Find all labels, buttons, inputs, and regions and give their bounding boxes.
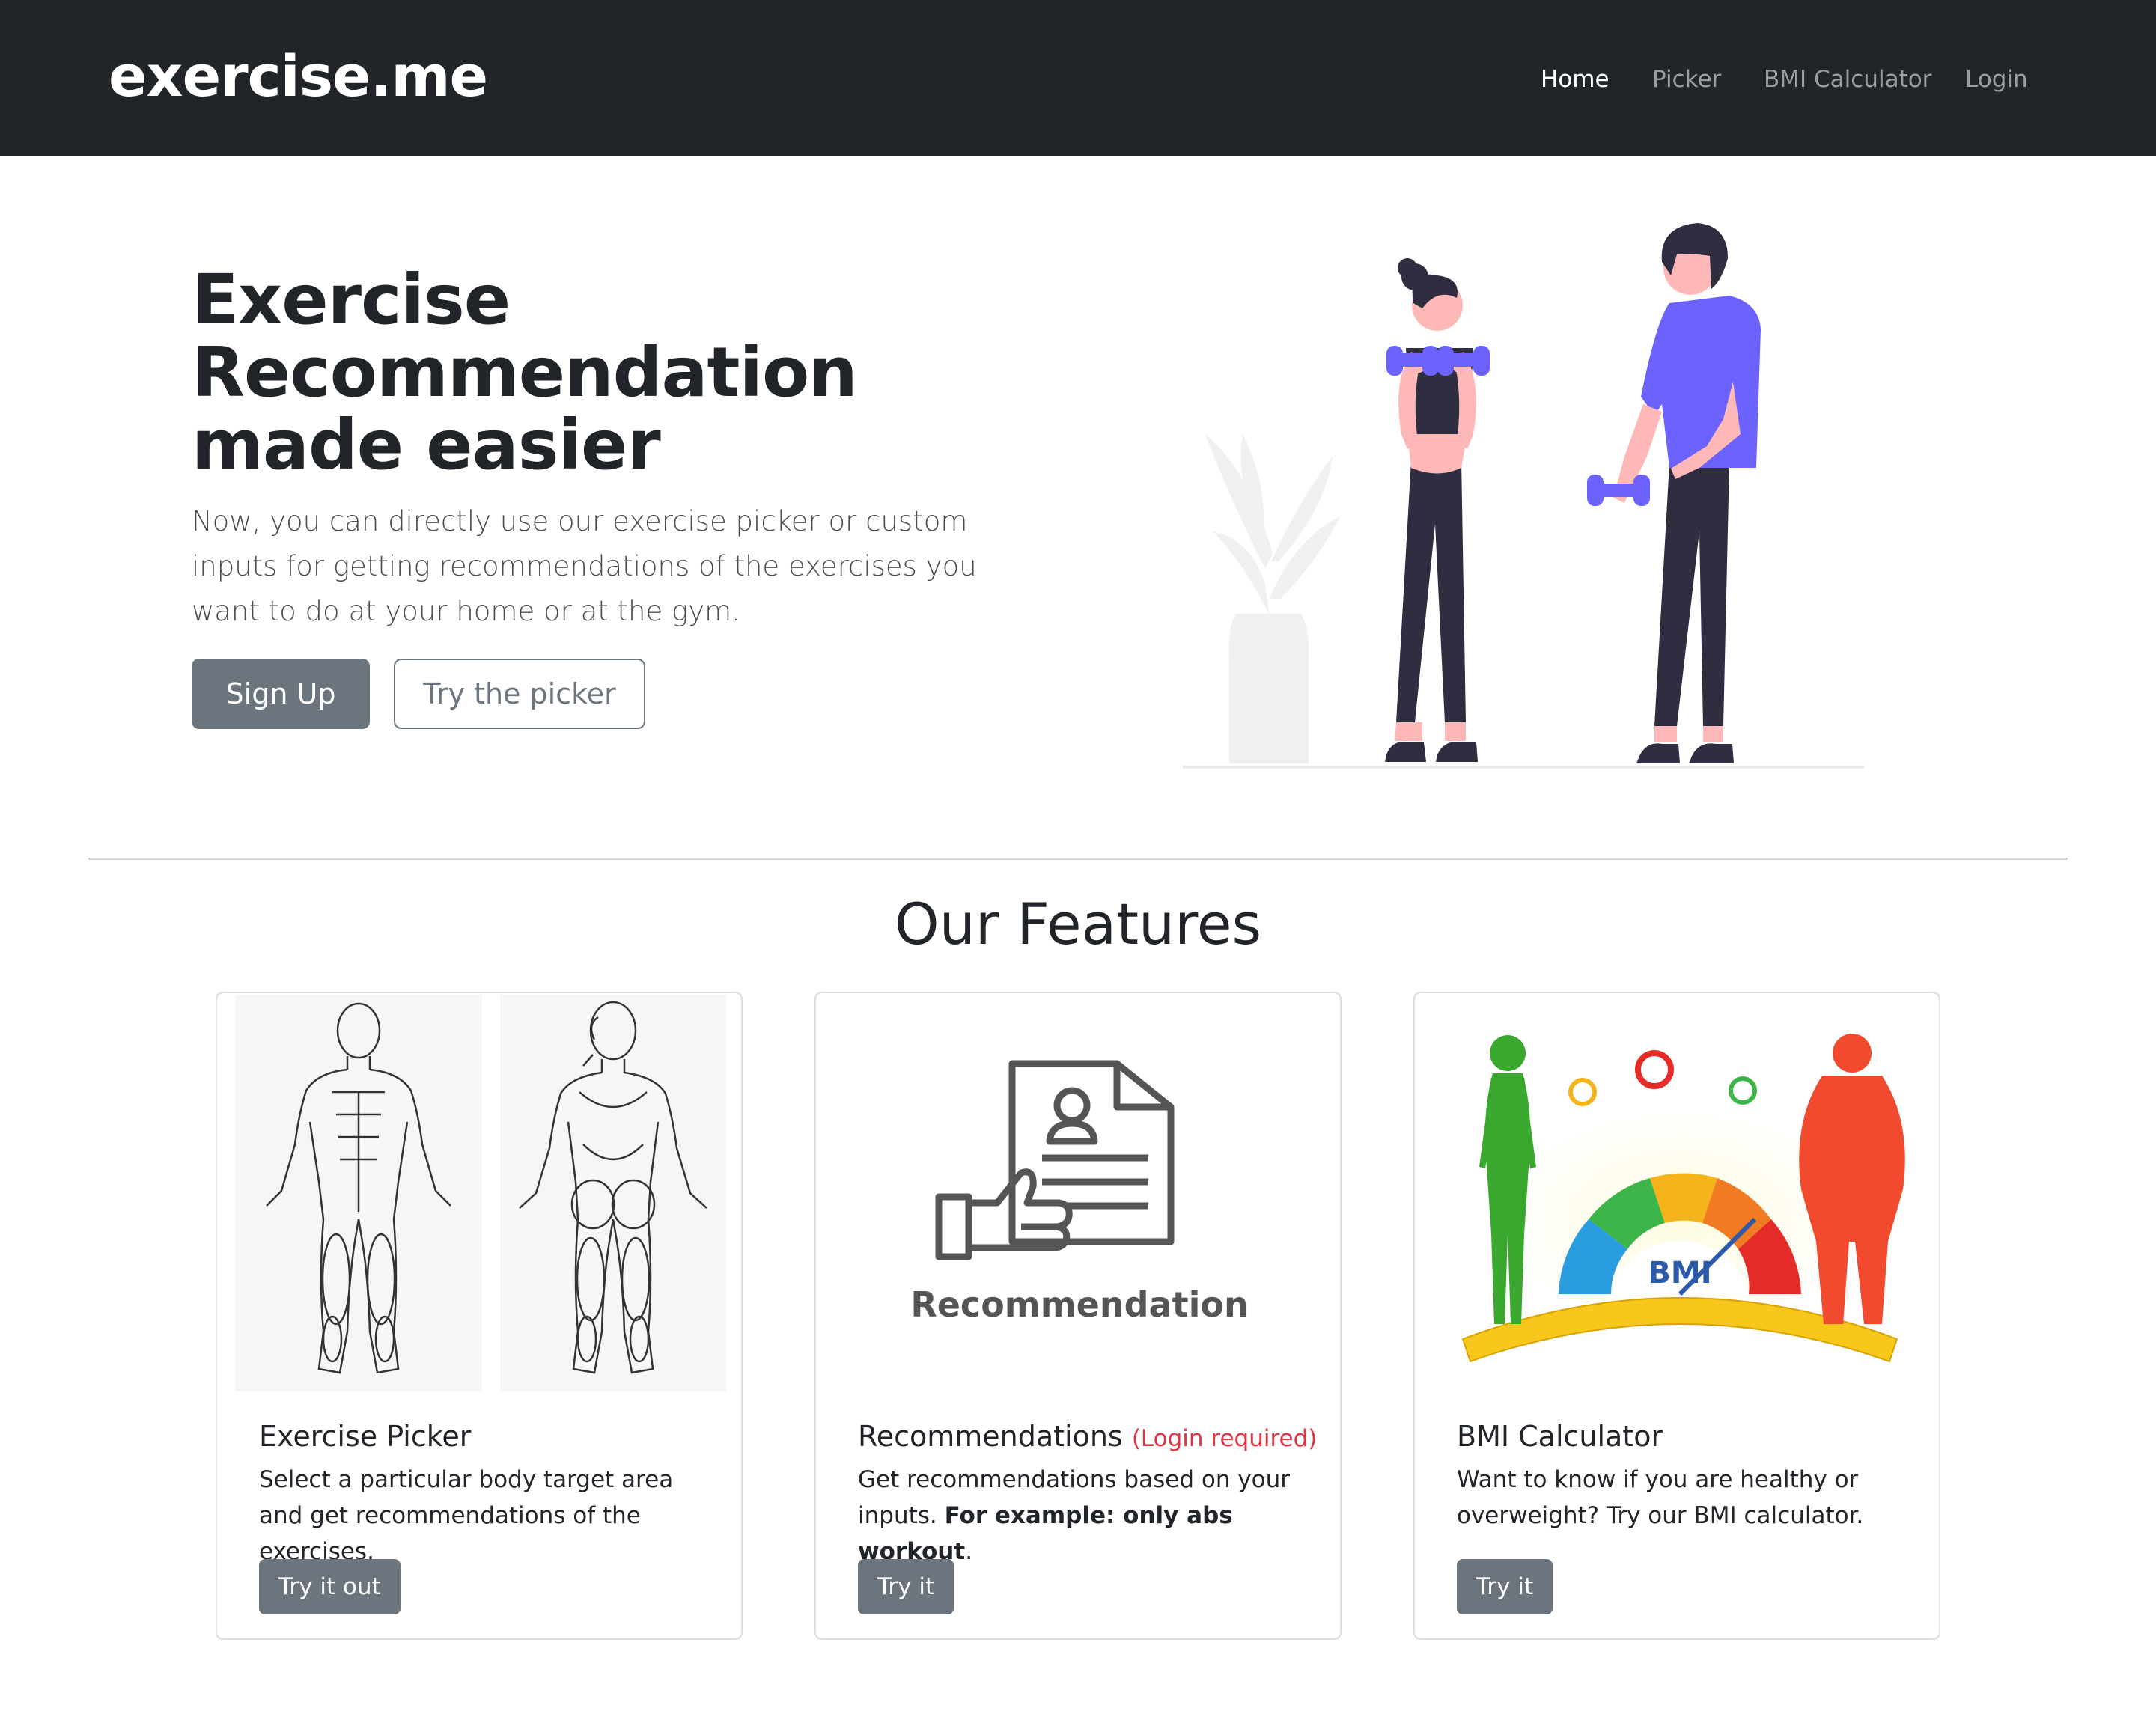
try-picker-button[interactable]: Try the picker bbox=[394, 659, 645, 729]
nav-home[interactable]: Home bbox=[1541, 61, 1610, 97]
card-title: Recommendations (Login required) bbox=[858, 1414, 1317, 1461]
body-map-image bbox=[235, 995, 726, 1391]
signup-button[interactable]: Sign Up bbox=[192, 659, 370, 729]
card-exercise-picker: Exercise Picker Select a particular body… bbox=[216, 992, 743, 1640]
card-description: Select a particular body target area and… bbox=[259, 1466, 674, 1565]
card-recommendations: Recommendation Recommendations (Login re… bbox=[814, 992, 1342, 1640]
workout-illustration bbox=[1183, 223, 1864, 769]
nav-bmi-calculator[interactable]: BMI Calculator bbox=[1764, 61, 1931, 97]
login-required-note: (Login required) bbox=[1131, 1425, 1318, 1452]
card-description: Get recommendations based on your inputs… bbox=[858, 1462, 1307, 1570]
hero-title: Exercise Recommendation made easier bbox=[192, 260, 858, 485]
nav-login[interactable]: Login bbox=[1965, 61, 2028, 97]
plant-icon bbox=[1205, 434, 1340, 763]
recommendation-caption: Recommendation bbox=[910, 1284, 1248, 1325]
try-it-button[interactable]: Try it bbox=[858, 1559, 954, 1614]
section-divider bbox=[88, 858, 2068, 860]
card-description: Want to know if you are healthy or overw… bbox=[1457, 1466, 1864, 1529]
hero-lead: Now, you can directly use our exercise p… bbox=[192, 505, 977, 627]
navbar: exercise.me Home Picker BMI Calculator L… bbox=[0, 0, 2156, 156]
brand-logo[interactable]: exercise.me bbox=[109, 39, 488, 114]
nav-picker[interactable]: Picker bbox=[1652, 61, 1721, 97]
try-it-out-button[interactable]: Try it out bbox=[259, 1559, 401, 1614]
try-it-button[interactable]: Try it bbox=[1457, 1559, 1553, 1614]
recommendation-image: Recommendation bbox=[910, 1060, 1249, 1325]
bmi-chart-image: BMI bbox=[1461, 1034, 1905, 1363]
card-title-text: BMI Calculator bbox=[1457, 1420, 1663, 1453]
document-thumbs-up-icon bbox=[935, 1060, 1175, 1260]
woman-figure bbox=[1385, 258, 1490, 762]
features-title: Our Features bbox=[894, 891, 1262, 957]
card-title-text: Recommendations bbox=[858, 1420, 1123, 1453]
card-bmi-calculator: BMI BMI Calculator Want to know if you a… bbox=[1413, 992, 1940, 1640]
card-title-text: Exercise Picker bbox=[259, 1420, 472, 1453]
bmi-label: BMI bbox=[1648, 1256, 1711, 1290]
card-title: BMI Calculator bbox=[1457, 1414, 1663, 1459]
man-figure bbox=[1587, 223, 1761, 763]
description-end: . bbox=[965, 1538, 973, 1565]
card-title: Exercise Picker bbox=[259, 1414, 471, 1459]
